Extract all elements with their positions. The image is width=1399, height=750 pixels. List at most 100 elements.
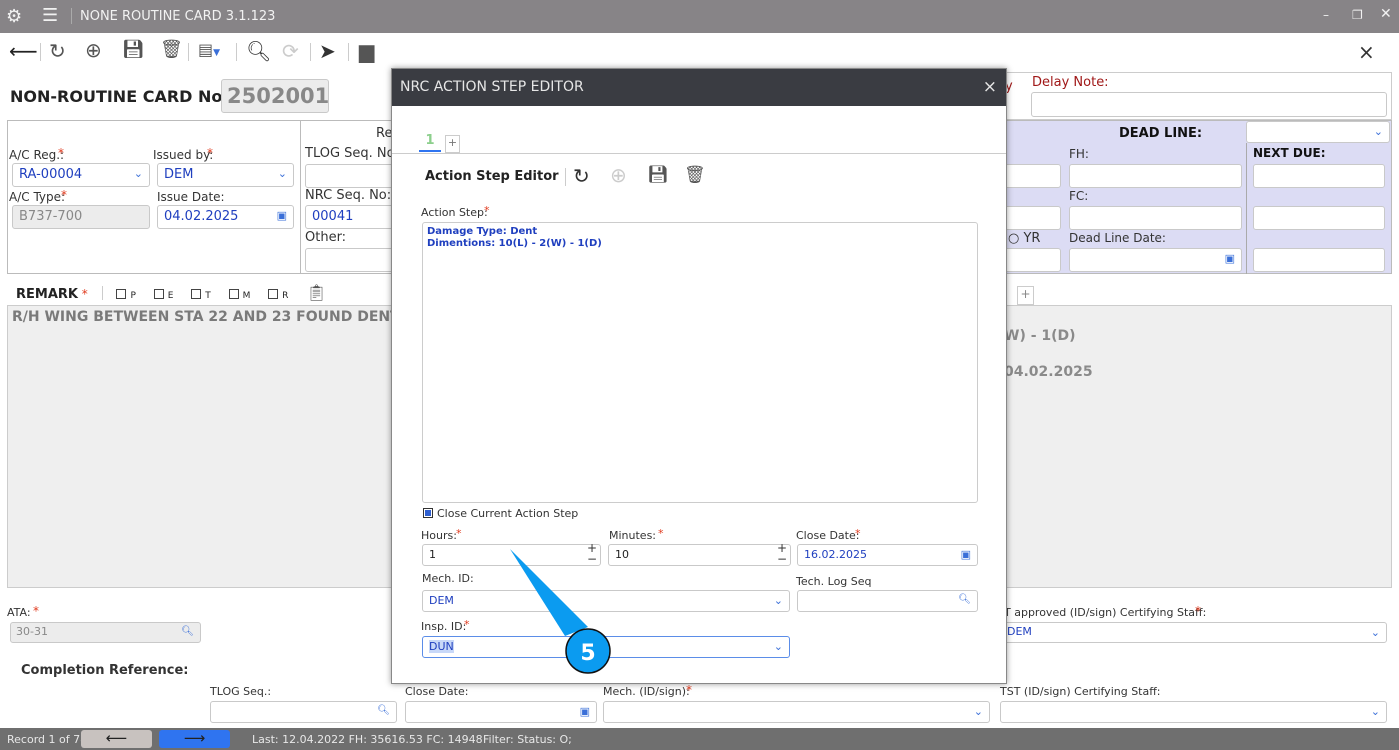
save-icon[interactable]: 💾︎ (647, 167, 669, 184)
close-date-picker[interactable]: 16.02.2025 ▣ (797, 544, 978, 566)
interval-fh-input[interactable] (1002, 164, 1061, 188)
divider (71, 8, 72, 24)
completion-close-date-picker[interactable]: ▣ (405, 701, 597, 723)
check-p[interactable]: P (116, 289, 136, 301)
insp-id-select[interactable]: DUN ⌄ (422, 636, 790, 658)
issue-date-label: Issue Date: (157, 190, 225, 204)
dialog-close-button[interactable]: × (983, 77, 997, 97)
search-icon: 🔍︎ (181, 626, 194, 637)
minimize-button[interactable]: – (1323, 8, 1329, 22)
search-icon: 🔍︎ (958, 594, 971, 605)
card-number-label: NON-ROUTINE CARD No.: * (10, 87, 249, 106)
app-title: NONE ROUTINE CARD 3.1.123 (80, 9, 276, 24)
send-icon[interactable]: ➤ (319, 41, 336, 61)
delete-icon[interactable]: 🗑︎ (684, 167, 706, 184)
delete-icon[interactable]: 🗑︎ (160, 41, 183, 59)
card-number-field[interactable]: 2502001 (221, 79, 329, 113)
fh-input[interactable] (1069, 164, 1242, 188)
restore-button[interactable]: ❐ (1352, 8, 1363, 22)
dead-line-date-picker[interactable]: ▣ (1069, 248, 1242, 272)
prev-record-button[interactable]: ⟵ (81, 730, 152, 748)
divider (236, 43, 237, 61)
insp-id-label: Insp. ID: (421, 620, 467, 633)
dialog-header: NRC ACTION STEP EDITOR × (392, 69, 1006, 106)
chevron-down-icon: ⌄ (773, 640, 783, 653)
back-arrow-icon[interactable]: ⟵ (9, 41, 38, 61)
issued-by-select[interactable]: DEM ⌄ (157, 163, 294, 187)
step-tab-1[interactable]: 1 (419, 133, 441, 152)
certifying-staff-select[interactable]: DEM ⌄ (1000, 622, 1387, 643)
folder-icon[interactable]: ▆ (359, 41, 374, 61)
ac-reg-value: RA-00004 (19, 167, 83, 182)
sync-icon[interactable]: ⟳ (282, 41, 299, 61)
next-due-fh-input[interactable] (1253, 164, 1385, 188)
action-summary-line: W) - 1(D) (1004, 328, 1076, 344)
copy-menu-icon[interactable]: ▤▼ (198, 42, 220, 58)
other-input[interactable] (305, 248, 395, 272)
divider (1246, 143, 1247, 274)
close-step-checkbox[interactable]: Close Current Action Step (423, 507, 578, 520)
action-step-textarea[interactable]: Damage Type: Dent Dimentions: 10(L) - 2(… (422, 222, 978, 503)
increment-decrement-icon[interactable]: + − (587, 542, 597, 565)
search-icon[interactable]: 🔍︎ (246, 41, 271, 61)
increment-decrement-icon[interactable]: + − (777, 542, 787, 565)
calendar-icon: ▣ (1224, 252, 1235, 265)
refresh-icon[interactable]: ↻ (49, 41, 66, 61)
completion-tlog-input[interactable]: 🔍︎ (210, 701, 397, 723)
check-r[interactable]: R (268, 289, 288, 301)
close-date-label: Close Date: (796, 529, 860, 542)
completion-close-date-label: Close Date: (405, 685, 469, 698)
ac-reg-select[interactable]: RA-00004 ⌄ (12, 163, 150, 187)
action-step-line: Damage Type: Dent (427, 226, 538, 237)
dead-line-select[interactable]: ⌄ (1246, 121, 1390, 143)
calendar-icon: ▣ (960, 548, 971, 561)
chevron-down-icon: ⌄ (1370, 626, 1380, 639)
next-record-button[interactable]: ⟶ (159, 730, 230, 748)
mech-id-select[interactable]: DEM ⌄ (422, 590, 790, 612)
check-m[interactable]: M (228, 289, 250, 301)
add-step-tab-button[interactable]: + (445, 135, 460, 153)
fc-label: FC: (1069, 189, 1089, 203)
check-t[interactable]: T (191, 289, 211, 301)
issue-date-picker[interactable]: 04.02.2025 ▣ (157, 205, 294, 229)
next-due-date-input[interactable] (1253, 248, 1385, 272)
fc-input[interactable] (1069, 206, 1242, 230)
menu-icon[interactable]: ☰ (42, 5, 58, 26)
refresh-icon[interactable]: ↻ (573, 166, 590, 186)
tech-log-input[interactable]: 🔍︎ (797, 590, 978, 612)
close-window-button[interactable]: ✕ (1380, 6, 1392, 22)
interval-fc-input[interactable] (1002, 206, 1061, 230)
issue-date-value: 04.02.2025 (164, 209, 239, 224)
tst-label: TST (ID/sign) Certifying Staff: (1000, 685, 1161, 698)
other-label: Other: (305, 230, 347, 245)
status-bar: Record 1 of 78 ⟵ ⟶ Last: 12.04.2022 FH: … (0, 728, 1399, 750)
editor-title: Action Step Editor (425, 169, 559, 184)
next-due-fc-input[interactable] (1253, 206, 1385, 230)
ac-reg-label: A/C Reg.: (9, 148, 65, 162)
hours-stepper[interactable]: 1 + − (422, 542, 601, 566)
search-icon: 🔍︎ (377, 705, 390, 716)
clipboard-edit-icon[interactable]: 📋︎ (306, 283, 326, 302)
remark-label: REMARK (16, 287, 78, 302)
save-icon[interactable]: 💾︎ (122, 41, 145, 59)
ata-label: ATA: (7, 606, 31, 619)
remark-text: R/H WING BETWEEN STA 22 AND 23 FOUND DEN… (12, 309, 400, 325)
ac-type-field[interactable]: B737-700 (12, 205, 150, 229)
nrc-seq-input[interactable]: 00041 (305, 205, 395, 229)
minutes-stepper[interactable]: 10 + − (608, 542, 791, 566)
check-e[interactable]: E (153, 289, 173, 301)
add-icon[interactable]: ⊕ (610, 165, 627, 185)
add-icon[interactable]: ⊕ (85, 40, 102, 60)
record-count: Record 1 of 78 (7, 733, 88, 746)
tst-select[interactable]: ⌄ (1000, 701, 1387, 723)
ata-field[interactable]: 30-31 🔍︎ (10, 622, 201, 643)
close-form-button[interactable]: × (1358, 40, 1375, 64)
chevron-down-icon: ⌄ (973, 705, 983, 718)
completion-mech-select[interactable]: ⌄ (603, 701, 990, 723)
interval-yr-input[interactable] (1002, 248, 1061, 272)
tlog-seq-input[interactable] (305, 164, 395, 188)
tab-add-button[interactable]: + (1017, 286, 1034, 305)
minutes-label: Minutes: (609, 529, 657, 542)
issued-by-label: Issued by: (153, 148, 214, 162)
yr-radio[interactable]: ○ YR (1008, 231, 1040, 246)
